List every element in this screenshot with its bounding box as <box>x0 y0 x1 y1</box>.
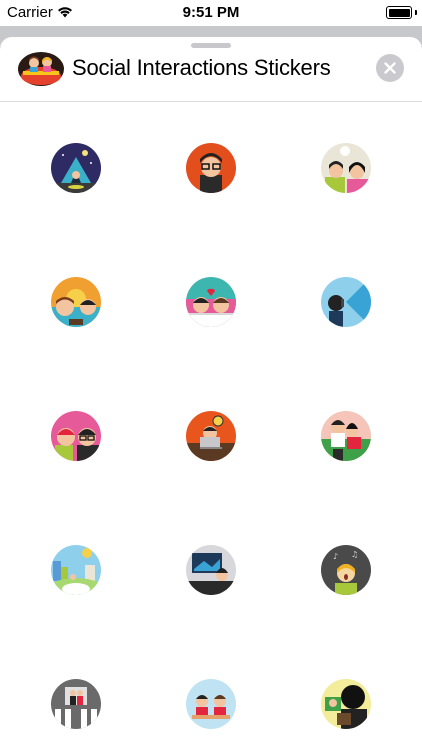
sticker-tent-camping[interactable] <box>51 143 101 193</box>
sticker-two-friends[interactable] <box>51 411 101 461</box>
battery-nub <box>415 10 417 15</box>
sticker-phone-caller[interactable] <box>321 277 371 327</box>
sticker-office-laptop[interactable] <box>186 411 236 461</box>
sticker-dancing-couple[interactable] <box>321 411 371 461</box>
sticker-tv-watching[interactable] <box>186 545 236 595</box>
sticker-heart-hug[interactable] <box>186 277 236 327</box>
sticker-grid: ♪ ♫ <box>0 37 422 750</box>
sticker-beach-friends[interactable] <box>51 277 101 327</box>
sticker-video-call[interactable] <box>321 679 371 729</box>
sticker-sheet: Social Interactions Stickers ♪ ♫ <box>0 37 422 750</box>
sticker-crosswalk[interactable] <box>51 679 101 729</box>
sticker-glasses-man[interactable] <box>186 143 236 193</box>
status-bar: Carrier 9:51 PM <box>0 0 422 26</box>
sticker-dinner-table[interactable] <box>186 679 236 729</box>
sticker-couple-selfie[interactable] <box>321 143 371 193</box>
sticker-city-park[interactable] <box>51 545 101 595</box>
battery-icon <box>386 6 412 19</box>
svg-text:♫: ♫ <box>351 550 358 559</box>
sticker-music-singer[interactable]: ♪ ♫ <box>321 545 371 595</box>
svg-text:♪: ♪ <box>333 552 338 561</box>
clock-time: 9:51 PM <box>182 4 240 21</box>
